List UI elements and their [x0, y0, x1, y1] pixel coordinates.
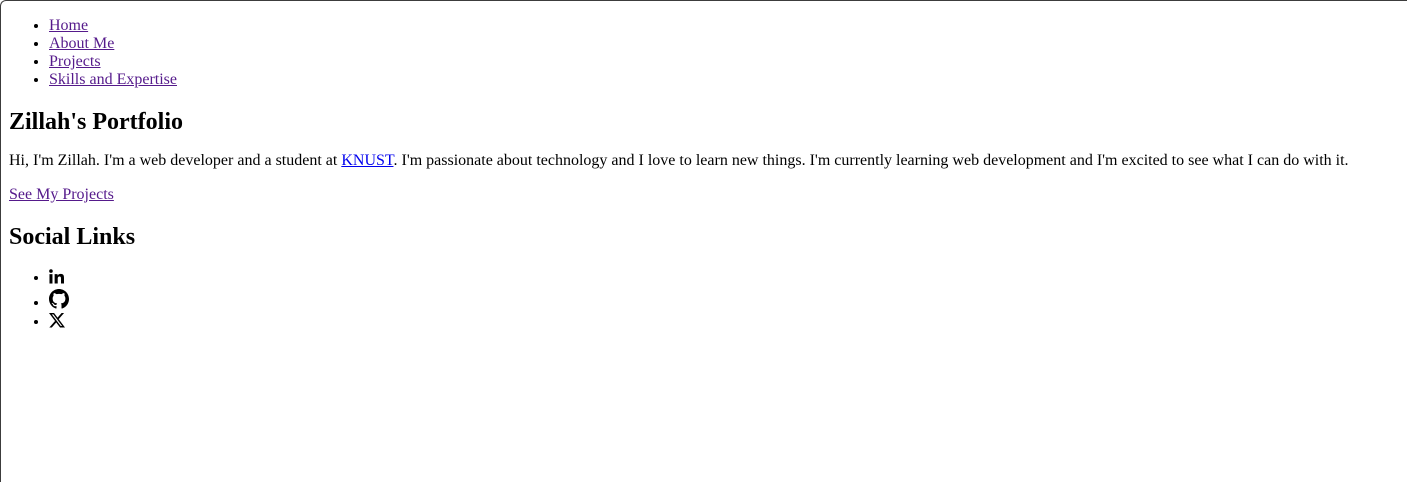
nav-link-skills[interactable]: Skills and Expertise	[49, 71, 177, 88]
social-links-heading: Social Links	[9, 224, 136, 250]
nav-item-home: Home	[49, 17, 1399, 35]
nav-item-about-me: About Me	[49, 35, 1399, 53]
page-title: Zillah's Portfolio	[9, 109, 183, 135]
social-item-x	[49, 311, 1399, 333]
page-frame: Home About Me Projects Skills and Expert…	[0, 0, 1407, 482]
social-links-list	[9, 267, 1399, 333]
nav-item-skills: Skills and Expertise	[49, 71, 1399, 89]
cta-paragraph: See My Projects	[9, 186, 1399, 204]
nav-link-about-me[interactable]: About Me	[49, 35, 114, 52]
intro-text-start: Hi, I'm Zillah. I'm a web developer and …	[9, 152, 342, 169]
knust-link[interactable]: KNUST	[341, 152, 393, 169]
nav-link-home[interactable]: Home	[49, 17, 88, 34]
social-item-linkedin	[49, 267, 1399, 289]
social-item-github	[49, 289, 1399, 311]
github-icon[interactable]	[49, 289, 69, 309]
x-twitter-icon[interactable]	[49, 313, 65, 328]
linkedin-icon[interactable]	[49, 269, 64, 284]
intro-paragraph: Hi, I'm Zillah. I'm a web developer and …	[9, 152, 1399, 170]
nav-item-projects: Projects	[49, 53, 1399, 71]
nav-list: Home About Me Projects Skills and Expert…	[9, 17, 1399, 89]
nav-link-projects[interactable]: Projects	[49, 53, 101, 70]
intro-text-end: . I'm passionate about technology and I …	[393, 152, 1349, 169]
see-projects-link[interactable]: See My Projects	[9, 186, 114, 203]
